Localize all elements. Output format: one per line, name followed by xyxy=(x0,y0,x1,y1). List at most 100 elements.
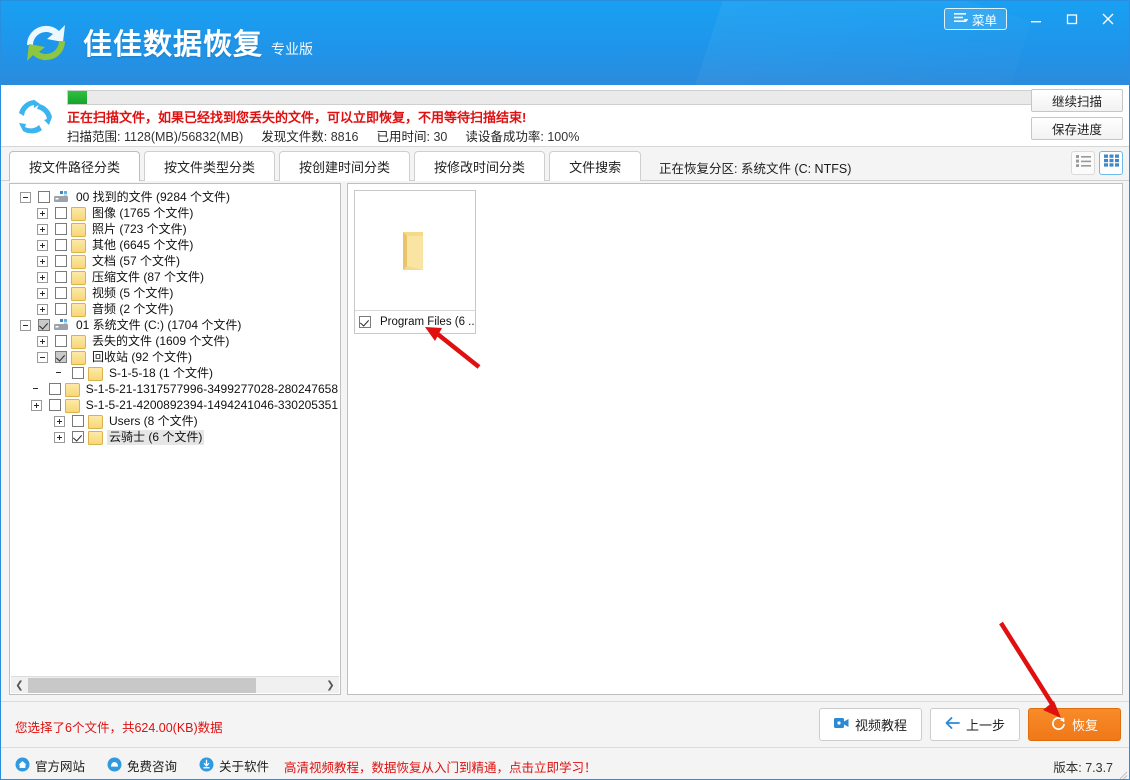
scrollbar-track[interactable] xyxy=(28,677,322,694)
tree-row[interactable]: S-1-5-21-1317577996-3499277028-280247658 xyxy=(14,381,340,397)
tab-by-file-type[interactable]: 按文件类型分类 xyxy=(144,151,276,181)
scroll-left-icon[interactable]: ❮ xyxy=(11,677,28,694)
folder-icon xyxy=(71,207,86,221)
tab-file-search[interactable]: 文件搜索 xyxy=(549,151,642,181)
file-item-caption: Program Files (6 ... xyxy=(355,311,475,333)
expand-icon[interactable] xyxy=(54,431,65,443)
grid-view-button[interactable] xyxy=(1099,151,1123,175)
selection-bar: 您选择了6个文件，共624.00(KB)数据 视频教程 上一步 恢复 xyxy=(1,701,1129,746)
tree-row-checkbox[interactable] xyxy=(55,271,67,283)
expand-icon[interactable] xyxy=(37,223,48,235)
scan-statistics: 扫描范围: 1128(MB)/56832(MB) 发现文件数: 8816 已用时… xyxy=(67,126,579,145)
expand-icon[interactable] xyxy=(30,399,42,411)
tree-row-checkbox[interactable] xyxy=(72,431,84,443)
tree-row[interactable]: 视频 (5 个文件) xyxy=(14,285,340,301)
collapse-icon[interactable] xyxy=(20,319,31,331)
version-label: 版本: 7.3.7 xyxy=(1053,761,1113,775)
tree-row[interactable]: 文档 (57 个文件) xyxy=(14,253,340,269)
tree-row-label: 视频 (5 个文件) xyxy=(92,285,174,300)
promo-text[interactable]: 高清视频教程，数据恢复从入门到精通，点击立即学习！ xyxy=(284,757,597,776)
tree-row-checkbox[interactable] xyxy=(38,191,50,203)
tab-by-file-path[interactable]: 按文件路径分类 xyxy=(9,151,141,182)
close-button[interactable] xyxy=(1091,6,1125,32)
tree-row[interactable]: 01 系统文件 (C:) (1704 个文件) xyxy=(14,317,340,333)
resize-grip-icon[interactable] xyxy=(1116,767,1128,779)
tree-row[interactable]: Users (8 个文件) xyxy=(14,413,340,429)
free-consultation-link[interactable]: 免费咨询 xyxy=(107,756,177,775)
tree-row[interactable]: 图像 (1765 个文件) xyxy=(14,205,340,221)
official-website-label: 官方网站 xyxy=(35,760,86,774)
tree-row-checkbox[interactable] xyxy=(55,287,67,299)
expand-icon[interactable] xyxy=(54,415,65,427)
tree-row-checkbox[interactable] xyxy=(55,223,67,235)
expand-icon[interactable] xyxy=(37,271,48,283)
folder-icon xyxy=(88,415,103,429)
scan-action-buttons: 继续扫描 保存进度 xyxy=(1031,89,1123,140)
tree-row-checkbox[interactable] xyxy=(55,207,67,219)
expand-icon[interactable] xyxy=(37,335,48,347)
tree-row[interactable]: 丢失的文件 (1609 个文件) xyxy=(14,333,340,349)
tree-row-checkbox[interactable] xyxy=(55,239,67,251)
tree-spacer xyxy=(31,384,42,395)
file-item-card[interactable]: Program Files (6 ... xyxy=(354,190,476,334)
tree-row[interactable]: S-1-5-18 (1 个文件) xyxy=(14,365,340,381)
expand-icon[interactable] xyxy=(37,207,48,219)
collapse-icon[interactable] xyxy=(20,191,31,203)
stat-elapsed-time-key: 已用时间: xyxy=(376,130,430,144)
tree-row[interactable]: 压缩文件 (87 个文件) xyxy=(14,269,340,285)
tree-row-checkbox[interactable] xyxy=(55,255,67,267)
expand-icon[interactable] xyxy=(37,239,48,251)
folder-icon xyxy=(71,335,86,349)
maximize-button[interactable] xyxy=(1055,6,1089,32)
brand-text: 佳佳数据恢复 专业版 xyxy=(83,21,313,63)
tree-row-label: 00 找到的文件 (9284 个文件) xyxy=(76,189,231,204)
save-progress-button[interactable]: 保存进度 xyxy=(1031,117,1123,140)
minimize-button[interactable] xyxy=(1019,6,1053,32)
continue-scan-button[interactable]: 继续扫描 xyxy=(1031,89,1123,112)
tree-row[interactable]: 其他 (6645 个文件) xyxy=(14,237,340,253)
tree-row-label: Users (8 个文件) xyxy=(109,413,198,428)
scrollbar-thumb[interactable] xyxy=(28,677,256,693)
previous-step-button[interactable]: 上一步 xyxy=(929,708,1020,741)
tree-row[interactable]: 回收站 (92 个文件) xyxy=(14,349,340,365)
folder-icon xyxy=(71,287,86,301)
folder-icon xyxy=(397,230,433,272)
stat-read-success-rate-key: 读设备成功率: xyxy=(465,130,544,144)
tab-by-modified-time[interactable]: 按修改时间分类 xyxy=(414,151,546,181)
list-view-button[interactable] xyxy=(1071,151,1095,175)
menu-button[interactable]: 菜单 xyxy=(943,8,1007,30)
tree-row-checkbox[interactable] xyxy=(48,399,61,411)
tree-row[interactable]: 云骑士 (6 个文件) xyxy=(14,429,340,445)
tree-row[interactable]: 照片 (723 个文件) xyxy=(14,221,340,237)
tree-row-checkbox[interactable] xyxy=(55,351,67,363)
tree-row-checkbox[interactable] xyxy=(72,415,84,427)
file-item-checkbox[interactable] xyxy=(359,316,371,328)
tree-row[interactable]: 音频 (2 个文件) xyxy=(14,301,340,317)
official-website-link[interactable]: 官方网站 xyxy=(15,756,85,775)
expand-icon[interactable] xyxy=(37,287,48,299)
footer-links: 官方网站 免费咨询 关于软件 xyxy=(15,756,269,775)
expand-icon[interactable] xyxy=(37,303,48,315)
about-software-link[interactable]: 关于软件 xyxy=(199,756,269,775)
collapse-icon[interactable] xyxy=(37,351,48,363)
tree-row-checkbox[interactable] xyxy=(55,335,67,347)
tree-row-checkbox[interactable] xyxy=(48,383,61,395)
recover-button[interactable]: 恢复 xyxy=(1027,708,1121,741)
tree-row-checkbox[interactable] xyxy=(55,303,67,315)
video-tutorial-button[interactable]: 视频教程 xyxy=(818,708,922,741)
scroll-right-icon[interactable]: ❯ xyxy=(322,677,339,694)
stat-files-found: 发现文件数: 8816 xyxy=(261,126,358,145)
expand-icon[interactable] xyxy=(37,255,48,267)
folder-icon xyxy=(71,239,86,253)
tree-row-checkbox[interactable] xyxy=(72,367,84,379)
stat-scan-range: 扫描范围: 1128(MB)/56832(MB) xyxy=(67,126,243,145)
tree-horizontal-scrollbar[interactable]: ❮ ❯ xyxy=(11,676,339,693)
title-bar: 佳佳数据恢复 专业版 菜单 xyxy=(1,1,1129,85)
tree-row-label: 压缩文件 (87 个文件) xyxy=(92,269,205,284)
tab-by-created-time[interactable]: 按创建时间分类 xyxy=(279,151,411,181)
tree-row[interactable]: 00 找到的文件 (9284 个文件) xyxy=(14,189,340,205)
tree-row[interactable]: S-1-5-21-4200892394-1494241046-330205351 xyxy=(14,397,340,413)
folder-icon xyxy=(71,351,86,365)
home-icon xyxy=(15,757,30,775)
tree-row-checkbox[interactable] xyxy=(38,319,50,331)
